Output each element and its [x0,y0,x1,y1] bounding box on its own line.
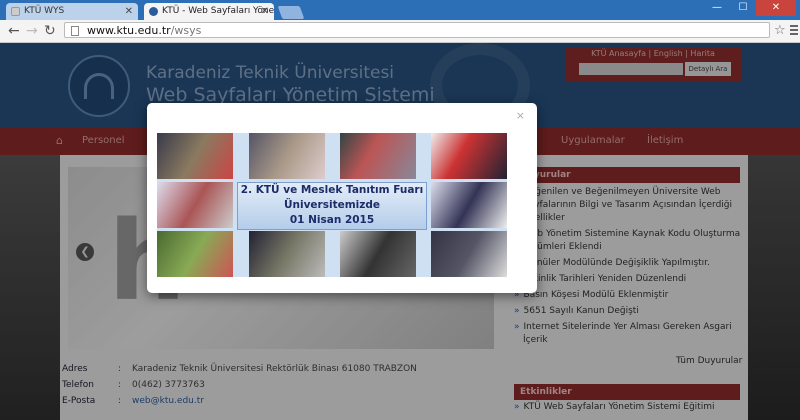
url-path: /wsys [170,24,202,37]
address-bar[interactable]: www.ktu.edu.tr/wsys [64,22,770,38]
event-photo [431,231,507,277]
url-host: www.ktu.edu.tr [87,24,171,37]
forward-arrow-icon[interactable]: → [26,22,38,40]
tab-ktu-wys[interactable]: KTÜ WYS ✕ [6,3,138,20]
bookmark-star-icon[interactable]: ☆ [774,23,786,38]
menu-icon[interactable] [790,25,798,37]
reload-icon[interactable]: ↻ [44,22,56,40]
browser-toolbar: ← → ↻ www.ktu.edu.tr/wsys ☆ [0,20,800,43]
event-photo [157,133,233,179]
back-arrow-icon[interactable]: ← [8,22,20,40]
page-icon [71,26,79,36]
event-photo [249,133,325,179]
browser-tab-bar: KTÜ WYS ✕ KTÜ - Web Sayfaları Yöne ✕ — ☐… [0,0,800,20]
event-photo [340,231,416,277]
event-photo [431,182,507,228]
event-photo [249,231,325,277]
window-controls: — ☐ ✕ [704,0,796,18]
event-photo [431,133,507,179]
event-photo [340,133,416,179]
maximize-icon[interactable]: ☐ [730,0,756,16]
event-photo [157,182,233,228]
close-tab-icon[interactable]: ✕ [261,3,269,20]
new-tab-button[interactable] [277,6,305,19]
page-favicon-icon [11,7,20,16]
minimize-icon[interactable]: — [704,0,730,16]
close-tab-icon[interactable]: ✕ [125,3,133,20]
poster-date: 01 Nisan 2015 [289,214,375,226]
announcement-modal: × 2. KTÜ ve Meslek Tanıtım Fuarı Ünivers… [147,103,537,293]
ktu-favicon-icon [149,7,158,16]
poster-title: 2. KTÜ ve Meslek Tanıtım Fuarı [240,184,424,196]
tab-ktu-web[interactable]: KTÜ - Web Sayfaları Yöne ✕ [144,3,274,20]
tab-title: KTÜ WYS [24,6,65,16]
close-icon[interactable]: × [516,109,525,122]
poster-subtitle: Üniversitemizde [283,199,381,211]
event-poster[interactable]: 2. KTÜ ve Meslek Tanıtım Fuarı Üniversit… [157,133,507,277]
event-photo [157,231,233,277]
tab-title: KTÜ - Web Sayfaları Yöne [162,6,274,16]
poster-banner: 2. KTÜ ve Meslek Tanıtım Fuarı Üniversit… [237,182,427,230]
close-window-icon[interactable]: ✕ [756,0,796,16]
